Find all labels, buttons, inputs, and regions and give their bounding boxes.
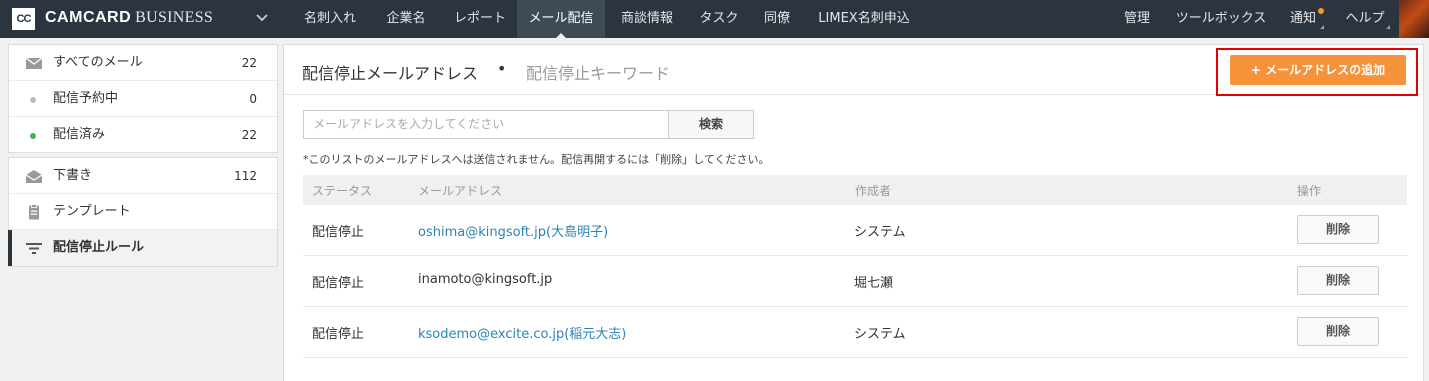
row-email-link[interactable]: oshima@kingsoft.jp(大島明子) (418, 221, 608, 240)
sidebar-item-count: 0 (249, 92, 257, 106)
envelope-icon (25, 57, 43, 69)
sidebar-item-label: 下書き (53, 168, 93, 183)
active-indicator (8, 230, 12, 266)
highlight-box (1216, 48, 1418, 96)
row-status: 配信停止 (312, 276, 365, 291)
sidebar-item-unsubscribe-rules[interactable]: 配信停止ルール (8, 230, 277, 266)
row-creator: 堀七瀬 (854, 276, 894, 291)
nav-toolbox[interactable]: ツールボックス (1168, 0, 1274, 38)
nav-meishi[interactable]: 名刺入れ (292, 0, 368, 38)
nav-limex[interactable]: LIMEX名刺申込 (805, 0, 923, 38)
nav-tasks[interactable]: タスク (689, 0, 749, 38)
column-creator: 作成者 (855, 184, 892, 198)
tab-separator: • (497, 59, 507, 78)
sidebar-item-label: テンプレート (53, 204, 131, 219)
nav-help[interactable]: ヘルプ (1338, 0, 1392, 38)
sidebar-item-drafts[interactable]: 下書き 112 (9, 158, 277, 194)
notice-text: *このリストのメールアドレスへは送信されません。配信再開するには「削除」してくだ… (303, 153, 770, 166)
nav-mail[interactable]: メール配信 (517, 0, 605, 38)
active-notch (556, 33, 566, 38)
sidebar-item-label: 配信予約中 (53, 91, 119, 106)
tab-unsubscribed-addresses[interactable]: 配信停止メールアドレス (302, 60, 478, 84)
sidebar-mail-tools: 下書き 112 テンプレート 配信停止ルール (8, 157, 278, 267)
logo-mark: CC (12, 8, 35, 30)
status-dot (30, 97, 36, 103)
sidebar-item-label: 配信停止ルール (53, 240, 145, 255)
table-row: 配信停止 inamoto@kingsoft.jp 堀七瀬 削除 (303, 256, 1407, 307)
open-envelope-icon (25, 170, 43, 183)
sidebar-item-label: 配信済み (53, 127, 106, 142)
table-header: ステータス メールアドレス 作成者 操作 (303, 175, 1407, 205)
sidebar-item-scheduled[interactable]: 配信予約中 0 (9, 81, 277, 117)
brand-logo[interactable]: CC CAMCARD BUSINESS (0, 0, 290, 38)
nav-report[interactable]: レポート (444, 0, 516, 38)
nav-colleagues[interactable]: 同僚 (749, 0, 805, 38)
sidebar-item-all-mail[interactable]: すべてのメール 22 (9, 45, 277, 81)
status-dot (30, 133, 36, 139)
sidebar-item-count: 22 (241, 128, 257, 142)
sidebar-item-count: 22 (241, 56, 257, 70)
nav-deals[interactable]: 商談情報 (605, 0, 689, 38)
brand-name: CAMCARD BUSINESS (45, 9, 214, 26)
nav-company[interactable]: 企業名 (368, 0, 444, 38)
delete-button[interactable]: 削除 (1297, 266, 1379, 295)
main-panel: 配信停止メールアドレス • 配信停止キーワード + メールアドレスの追加 メール… (283, 44, 1424, 381)
search-button[interactable]: 検索 (668, 110, 754, 139)
panel-header: 配信停止メールアドレス • 配信停止キーワード + メールアドレスの追加 (284, 45, 1423, 96)
avatar[interactable] (1399, 0, 1429, 38)
row-status: 配信停止 (312, 327, 365, 342)
chevron-down-icon[interactable] (255, 11, 269, 25)
search-input[interactable]: メールアドレスを入力してください (303, 110, 668, 139)
nav-admin[interactable]: 管理 (1114, 0, 1160, 38)
top-navbar: CC CAMCARD BUSINESS 名刺入れ 企業名 レポート メール配信 商… (0, 0, 1429, 38)
sidebar-item-label: すべてのメール (53, 55, 143, 70)
delete-button[interactable]: 削除 (1297, 317, 1379, 346)
row-creator: システム (854, 327, 906, 342)
sidebar-item-sent[interactable]: 配信済み 22 (9, 117, 277, 153)
row-email-link[interactable]: ksodemo@excite.co.jp(稲元大志) (418, 323, 626, 342)
column-action: 操作 (1297, 184, 1322, 198)
filter-icon (26, 243, 42, 254)
notification-badge (1318, 8, 1324, 14)
sidebar-item-count: 112 (234, 169, 257, 183)
row-creator: システム (854, 225, 906, 240)
sidebar-item-templates[interactable]: テンプレート (9, 194, 277, 230)
sidebar-mail-status: すべてのメール 22 配信予約中 0 配信済み 22 (8, 44, 278, 153)
table-row: 配信停止 oshima@kingsoft.jp(大島明子) システム 削除 (303, 205, 1407, 256)
delete-button[interactable]: 削除 (1297, 215, 1379, 244)
nav-notifications[interactable]: 通知 (1280, 0, 1326, 38)
clipboard-icon (29, 204, 39, 220)
table-row: 配信停止 ksodemo@excite.co.jp(稲元大志) システム 削除 (303, 307, 1407, 358)
column-status: ステータス (312, 184, 373, 198)
column-email: メールアドレス (418, 184, 503, 198)
tab-unsubscribe-keywords[interactable]: 配信停止キーワード (526, 60, 670, 84)
dropdown-corner-icon (1320, 25, 1324, 29)
row-status: 配信停止 (312, 225, 365, 240)
dropdown-corner-icon (1386, 25, 1390, 29)
row-email: inamoto@kingsoft.jp (418, 272, 553, 287)
